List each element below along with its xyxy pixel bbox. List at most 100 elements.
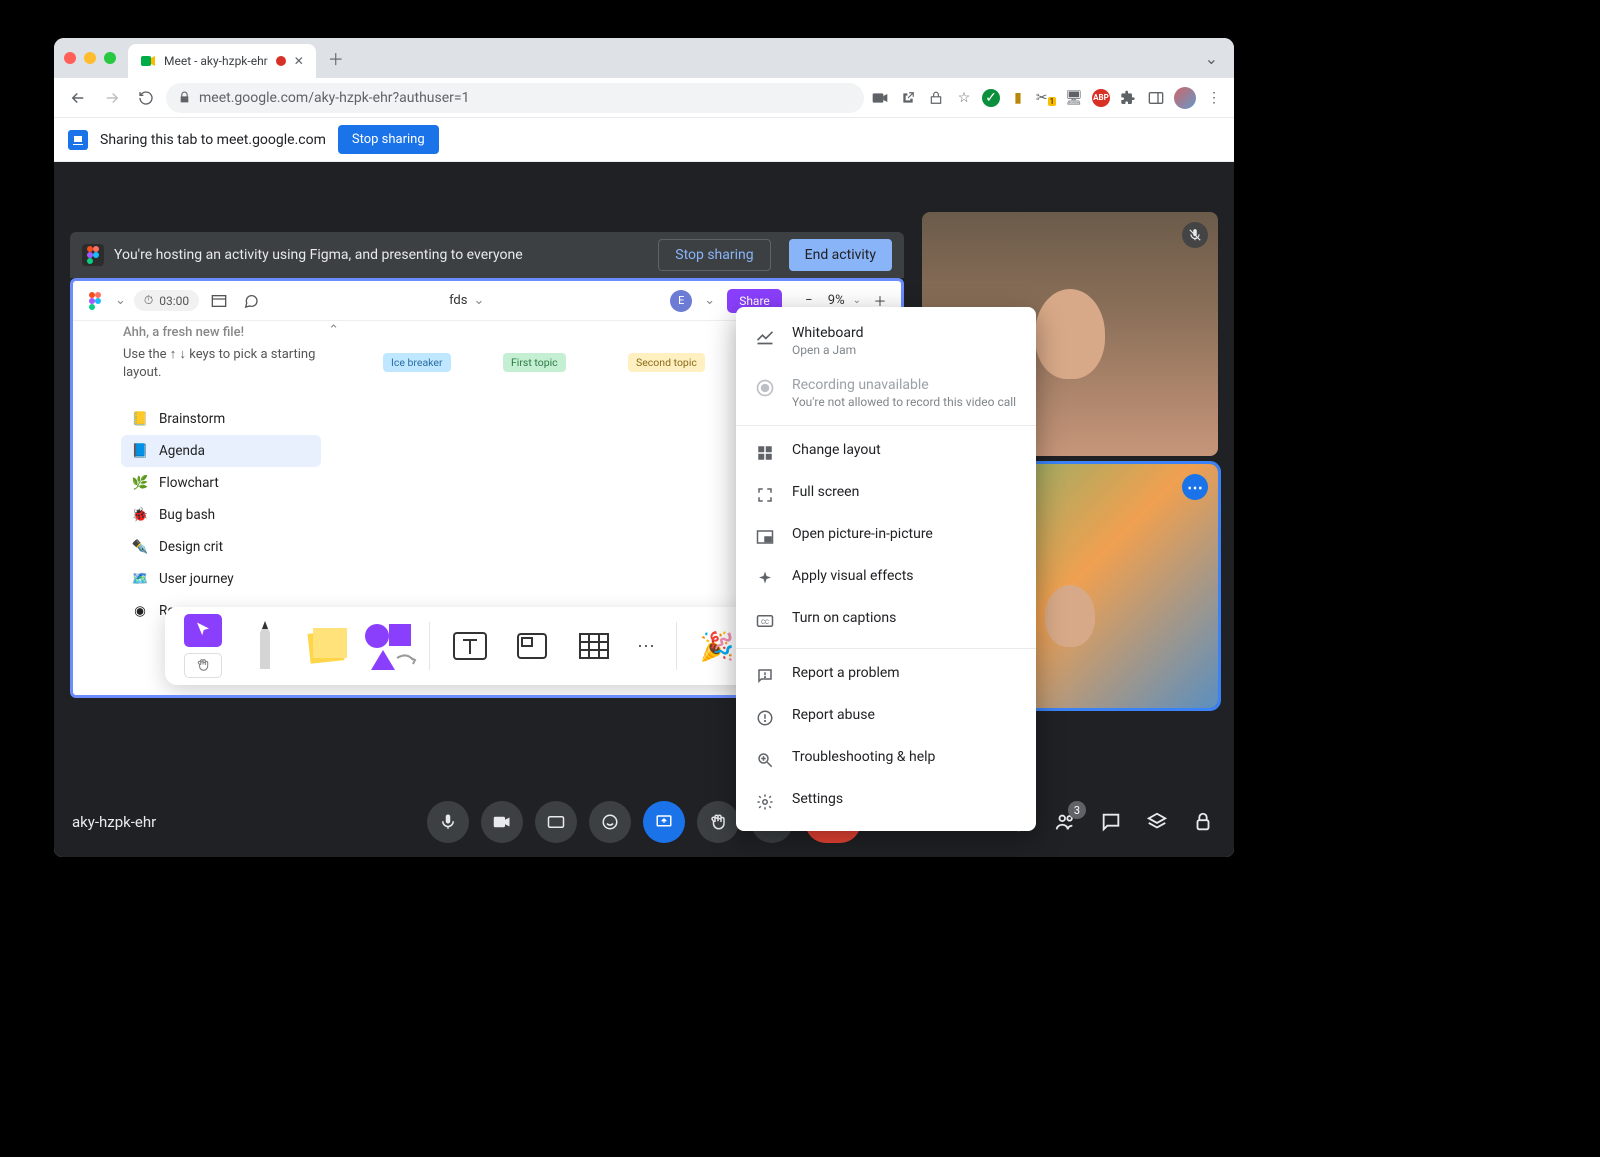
url-text: meet.google.com/aky-hzpk-ehr?authuser=1	[199, 90, 469, 106]
menu-pip[interactable]: Open picture-in-picture	[736, 516, 1036, 558]
bookmark-star-icon[interactable]: ☆	[954, 88, 974, 108]
close-tab-icon[interactable]: ✕	[294, 54, 304, 68]
menu-fullscreen[interactable]: Full screen	[736, 474, 1036, 516]
new-tab-button[interactable]: ＋	[322, 44, 350, 72]
stop-sharing-activity-button[interactable]: Stop sharing	[658, 239, 770, 271]
menu-troubleshoot[interactable]: Troubleshooting & help	[736, 739, 1036, 781]
collapse-icon[interactable]: ⌃	[328, 323, 339, 338]
comment-icon[interactable]	[239, 289, 263, 313]
pen-icon: ✒️	[131, 538, 149, 556]
topic-pill-2[interactable]: First topic	[503, 353, 566, 372]
agenda-icon: 📘	[131, 442, 149, 460]
template-designcrit[interactable]: ✒️Design crit	[121, 531, 321, 563]
reload-button[interactable]	[132, 84, 160, 112]
template-userjourney[interactable]: 🗺️User journey	[121, 563, 321, 595]
template-brainstorm[interactable]: 📒Brainstorm	[121, 403, 321, 435]
shape-tool[interactable]	[367, 614, 411, 678]
minimize-window-icon[interactable]	[84, 52, 96, 64]
maximize-window-icon[interactable]	[104, 52, 116, 64]
topic-pill-3[interactable]: Second topic	[628, 353, 705, 372]
starter-help: Use the ↑ ↓ keys to pick a starting layo…	[123, 346, 323, 382]
extension-scissors-icon[interactable]: ✂︎1	[1036, 88, 1056, 108]
chat-button[interactable]	[1098, 809, 1124, 835]
forward-button[interactable]	[98, 84, 126, 112]
stop-sharing-button[interactable]: Stop sharing	[338, 125, 439, 154]
stamp-tool[interactable]: 🎉	[695, 614, 739, 678]
recording-indicator-icon	[276, 56, 286, 66]
mic-button[interactable]	[427, 801, 469, 843]
captions-button[interactable]	[535, 801, 577, 843]
gear-icon	[754, 791, 776, 813]
present-button[interactable]	[643, 801, 685, 843]
captions-icon: CC	[754, 610, 776, 632]
extension-notes-icon[interactable]: ▮	[1008, 88, 1028, 108]
raise-hand-button[interactable]	[697, 801, 739, 843]
table-tool[interactable]	[572, 614, 616, 678]
activities-button[interactable]	[1144, 809, 1170, 835]
menu-settings[interactable]: Settings	[736, 781, 1036, 823]
figma-menu-icon[interactable]	[83, 289, 107, 313]
share-icon[interactable]	[926, 88, 946, 108]
profile-avatar[interactable]	[1174, 87, 1196, 109]
collaborator-avatar[interactable]: E	[670, 290, 692, 312]
browser-window: Meet - aky-hzpk-ehr ✕ ＋ ⌄ meet.google.co…	[54, 38, 1234, 857]
template-bugbash[interactable]: 🐞Bug bash	[121, 499, 321, 531]
sidepanel-icon[interactable]	[1146, 88, 1166, 108]
extension-green-icon[interactable]: ✓	[982, 89, 1000, 107]
extensions-area: ☆ ✓ ▮ ✂︎1 🖥 ABP ⋮	[870, 87, 1224, 109]
reactions-button[interactable]	[589, 801, 631, 843]
tabs-dropdown-icon[interactable]: ⌄	[1205, 49, 1218, 68]
activity-text: You're hosting an activity using Figma, …	[114, 247, 523, 263]
extension-monitor-icon[interactable]: 🖥	[1064, 88, 1084, 108]
topic-pill-1[interactable]: Ice breaker	[383, 353, 451, 372]
tile-more-icon[interactable]: ⋯	[1182, 474, 1208, 500]
open-external-icon[interactable]	[898, 88, 918, 108]
people-button[interactable]: 3	[1052, 809, 1078, 835]
end-activity-button[interactable]: End activity	[789, 239, 892, 271]
chrome-menu-icon[interactable]: ⋮	[1204, 88, 1224, 108]
menu-change-layout[interactable]: Change layout	[736, 432, 1036, 474]
address-bar[interactable]: meet.google.com/aky-hzpk-ehr?authuser=1	[166, 83, 864, 113]
more-tools[interactable]: ⋯	[634, 614, 658, 678]
timer-value: 03:00	[159, 294, 189, 308]
starter-panel: Ahh, a fresh new file! Use the ↑ ↓ keys …	[123, 325, 323, 382]
panel-icon[interactable]	[207, 289, 231, 313]
timer-avatar-icon: ⏱	[144, 293, 153, 308]
select-tool[interactable]	[181, 614, 225, 678]
figma-logo-icon	[82, 244, 104, 266]
menu-recording: Recording unavailable You're not allowed…	[736, 367, 1036, 419]
back-button[interactable]	[64, 84, 92, 112]
extension-abp-icon[interactable]: ABP	[1092, 89, 1110, 107]
title-chevron-icon[interactable]: ⌄	[473, 293, 484, 308]
section-tool[interactable]	[510, 614, 554, 678]
troubleshoot-icon	[754, 749, 776, 771]
menu-visual-effects[interactable]: Apply visual effects	[736, 558, 1036, 600]
sticky-tool[interactable]	[305, 614, 349, 678]
close-window-icon[interactable]	[64, 52, 76, 64]
zoom-value[interactable]: 9%	[828, 293, 845, 308]
more-options-menu: Whiteboard Open a Jam Recording unavaila…	[736, 307, 1036, 831]
template-agenda[interactable]: 📘Agenda	[121, 435, 321, 467]
window-controls[interactable]	[64, 52, 116, 64]
menu-report-abuse[interactable]: Report abuse	[736, 697, 1036, 739]
pip-icon	[754, 526, 776, 548]
tab-strip: Meet - aky-hzpk-ehr ✕ ＋ ⌄	[54, 38, 1234, 78]
host-controls-button[interactable]	[1190, 809, 1216, 835]
menu-whiteboard[interactable]: Whiteboard Open a Jam	[736, 315, 1036, 367]
extensions-puzzle-icon[interactable]	[1118, 88, 1138, 108]
figma-doc-title[interactable]: fds	[449, 293, 467, 308]
meet-surface: You're hosting an activity using Figma, …	[54, 162, 1234, 857]
template-flowchart[interactable]: 🌿Flowchart	[121, 467, 321, 499]
menu-report-problem[interactable]: Report a problem	[736, 655, 1036, 697]
abuse-icon	[754, 707, 776, 729]
marker-tool[interactable]	[243, 614, 287, 678]
figjam-toolbar: ⋯ 🎉	[165, 607, 755, 685]
menu-captions[interactable]: CC Turn on captions	[736, 600, 1036, 642]
camera-button[interactable]	[481, 801, 523, 843]
browser-tab[interactable]: Meet - aky-hzpk-ehr ✕	[128, 44, 316, 78]
tab-sharing-bar: Sharing this tab to meet.google.com Stop…	[54, 118, 1234, 162]
radio-icon: ◉	[131, 602, 149, 620]
camera-icon[interactable]	[870, 88, 890, 108]
text-tool[interactable]	[448, 614, 492, 678]
timer-chip[interactable]: ⏱ 03:00	[134, 290, 199, 311]
